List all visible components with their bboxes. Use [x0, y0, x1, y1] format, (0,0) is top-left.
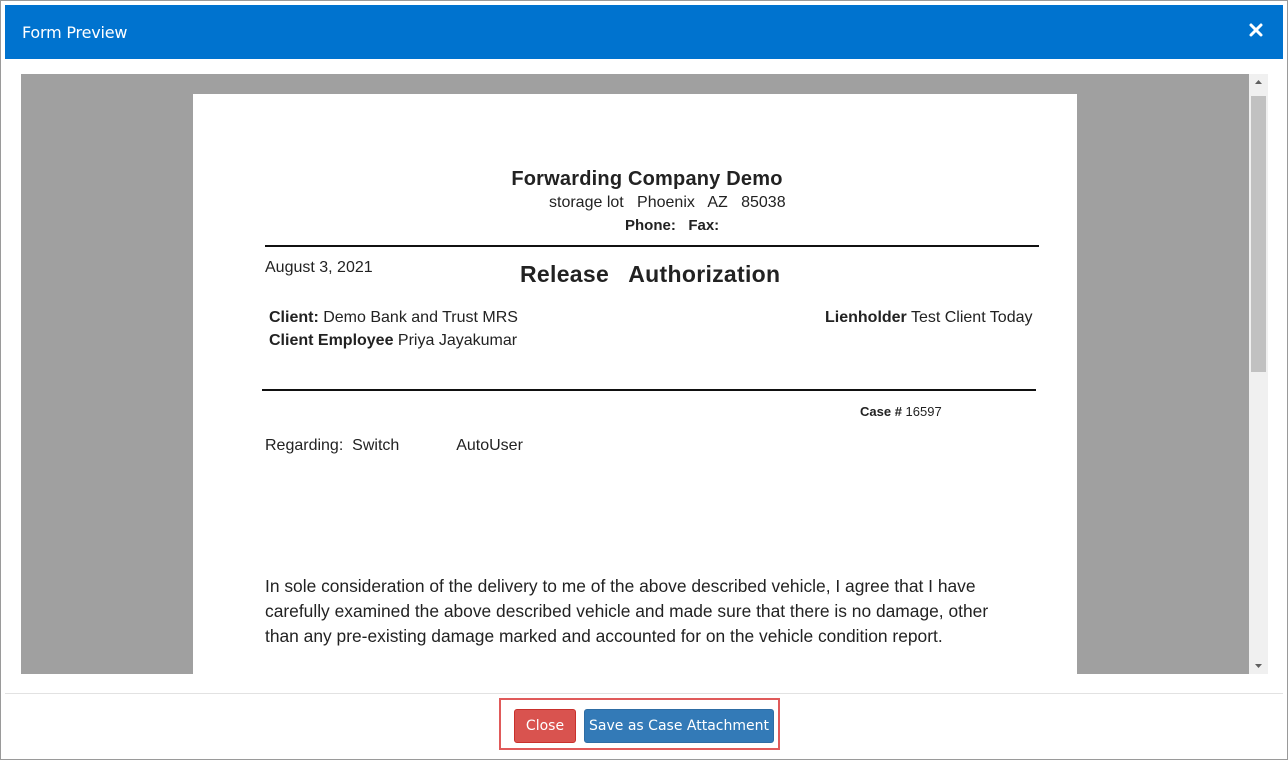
chevron-up-icon[interactable]	[1249, 74, 1268, 91]
client-field: Client: Demo Bank and Trust MRS	[269, 309, 518, 326]
client-employee-field: Client Employee Priya Jayakumar	[269, 332, 518, 349]
document-page: Forwarding Company Demo storage lot Phoe…	[193, 94, 1077, 674]
document-title: Release Authorization	[520, 261, 781, 287]
lienholder-field: Lienholder Test Client Today	[825, 309, 1033, 326]
document-viewer[interactable]: Forwarding Company Demo storage lot Phoe…	[21, 74, 1249, 674]
phone-fax-line: Phone: Fax:	[625, 217, 720, 234]
save-as-case-attachment-button[interactable]: Save as Case Attachment	[584, 709, 774, 743]
company-name: Forwarding Company Demo	[511, 168, 783, 190]
regarding-line: Regarding: Switch AutoUser	[265, 437, 523, 454]
viewer-scrollbar[interactable]	[1249, 74, 1268, 674]
form-preview-dialog: Form Preview Forwarding Company Demo sto…	[0, 0, 1288, 760]
header-rule	[265, 245, 1039, 247]
company-address: storage lot Phoenix AZ 85038	[549, 194, 786, 211]
footer-divider	[5, 693, 1283, 694]
close-icon[interactable]	[1245, 19, 1267, 41]
close-button[interactable]: Close	[514, 709, 576, 743]
dialog-header: Form Preview	[5, 5, 1283, 59]
case-number: Case # 16597	[860, 404, 942, 419]
document-date: August 3, 2021	[265, 259, 373, 276]
chevron-down-icon[interactable]	[1249, 657, 1268, 674]
section-rule	[262, 389, 1036, 391]
scroll-thumb[interactable]	[1251, 96, 1266, 372]
release-terms-paragraph: In sole consideration of the delivery to…	[265, 576, 989, 646]
dialog-title: Form Preview	[22, 23, 128, 42]
